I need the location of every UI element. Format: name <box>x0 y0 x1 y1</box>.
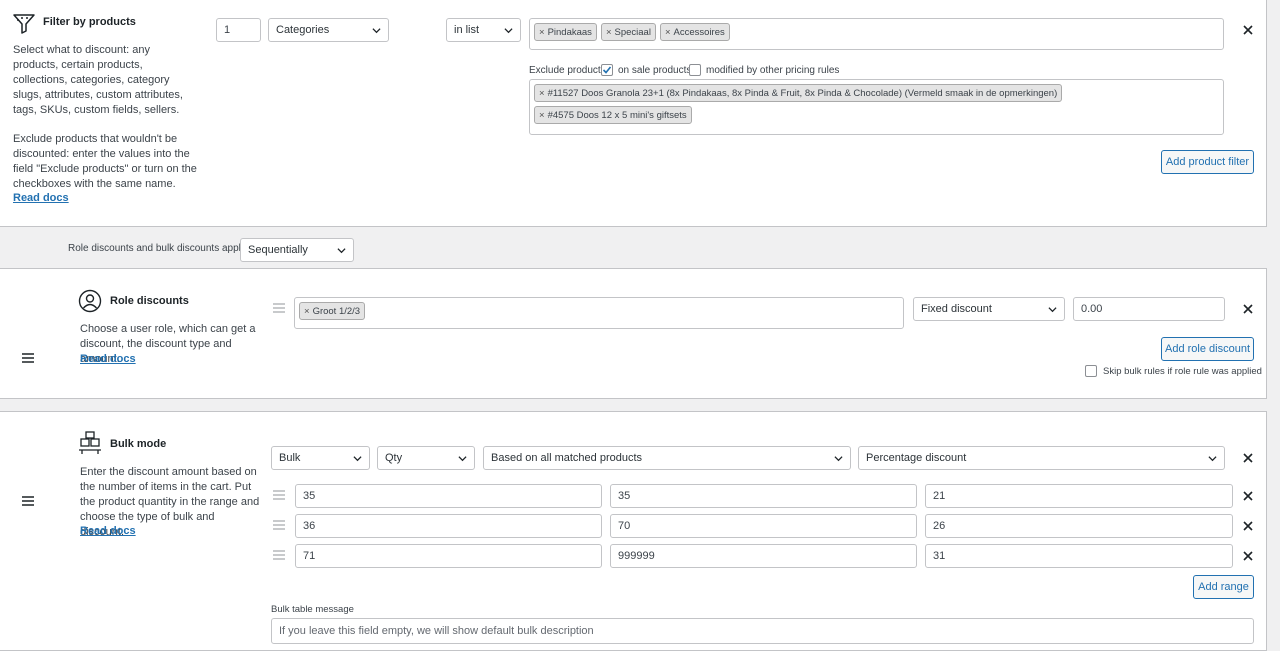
role-discount-type-select[interactable]: Fixed discount <box>913 297 1065 321</box>
role-tag[interactable]: × Groot 1/2/3 <box>299 302 366 320</box>
modified-checkbox[interactable] <box>689 64 701 76</box>
filter-description: Select what to discount: any products, c… <box>13 44 183 116</box>
row-handle-icon[interactable] <box>273 550 285 560</box>
bulk-mode-value: Bulk <box>279 452 301 464</box>
bulk-title: Bulk mode <box>110 438 167 450</box>
filter-type-select[interactable]: Categories <box>268 18 389 42</box>
add-range-button[interactable]: Add range <box>1193 575 1254 599</box>
role-title: Role discounts <box>110 295 189 307</box>
category-tag[interactable]: × Speciaal <box>600 23 656 41</box>
remove-filter-close-icon[interactable] <box>1242 24 1254 36</box>
funnel-icon <box>13 14 35 34</box>
range-to-input[interactable]: 70 <box>610 514 917 538</box>
filter-type-value: Categories <box>276 24 330 36</box>
applied-value: Sequentially <box>248 244 308 256</box>
bulk-discount-type-select[interactable]: Percentage discount <box>858 446 1225 470</box>
drag-handle-icon[interactable] <box>22 353 34 363</box>
range-from-input[interactable]: 36 <box>295 514 602 538</box>
add-role-discount-button[interactable]: Add role discount <box>1161 337 1254 361</box>
row-handle-icon[interactable] <box>273 490 285 500</box>
category-tag[interactable]: × Accessoires <box>659 23 730 41</box>
bulk-discount-type-value: Percentage discount <box>866 452 967 464</box>
excluded-product-tag[interactable]: × #11527 Doos Granola 23+1 (8x Pindakaas,… <box>534 84 1063 102</box>
excluded-product-tag[interactable]: × #4575 Doos 12 x 5 mini's giftsets <box>534 106 692 124</box>
category-tag[interactable]: × Pindakaas <box>534 23 597 41</box>
remove-range-close-icon[interactable] <box>1242 490 1254 502</box>
role-read-docs-link[interactable]: Read docs <box>80 353 136 365</box>
skip-bulk-label: Skip bulk rules if role rule was applied <box>1103 366 1262 377</box>
role-amount-input[interactable]: 0.00 <box>1073 297 1225 321</box>
filter-exclude-description: Exclude products that wouldn't be discou… <box>13 133 197 190</box>
chevron-down-icon <box>372 27 381 33</box>
bulk-measure-select[interactable]: Qty <box>377 446 475 470</box>
range-value-input[interactable]: 21 <box>925 484 1233 508</box>
drag-handle-icon[interactable] <box>22 496 34 506</box>
chevron-down-icon <box>353 455 362 461</box>
user-icon <box>78 289 102 313</box>
filter-operator-value: in list <box>454 24 480 36</box>
chevron-down-icon <box>1208 455 1217 461</box>
range-value-input[interactable]: 31 <box>925 544 1233 568</box>
bulk-mode-select[interactable]: Bulk <box>271 446 370 470</box>
boxes-icon <box>79 431 101 454</box>
skip-bulk-checkbox[interactable] <box>1085 365 1097 377</box>
chevron-down-icon <box>834 455 843 461</box>
chevron-down-icon <box>458 455 467 461</box>
filter-panel: Filter by products Select what to discou… <box>0 0 1267 227</box>
bulk-message-label: Bulk table message <box>271 604 354 615</box>
role-discounts-panel: Role discounts Choose a user role, which… <box>0 268 1267 399</box>
on-sale-checkbox[interactable] <box>601 64 613 76</box>
add-product-filter-button[interactable]: Add product filter <box>1161 150 1254 174</box>
role-discount-type-value: Fixed discount <box>921 303 992 315</box>
chevron-down-icon <box>337 247 346 253</box>
remove-range-close-icon[interactable] <box>1242 550 1254 562</box>
remove-range-close-icon[interactable] <box>1242 520 1254 532</box>
filter-read-docs-link[interactable]: Read docs <box>13 192 69 204</box>
filter-operator-select[interactable]: in list <box>446 18 521 42</box>
modified-label: modified by other pricing rules <box>706 65 840 76</box>
filter-qty-input[interactable]: 1 <box>216 18 261 42</box>
applied-select[interactable]: Sequentially <box>240 238 354 262</box>
bulk-based-on-select[interactable]: Based on all matched products <box>483 446 851 470</box>
range-to-input[interactable]: 999999 <box>610 544 917 568</box>
bulk-measure-value: Qty <box>385 452 403 464</box>
filter-title: Filter by products <box>43 16 136 28</box>
exclude-products-label: Exclude products <box>529 65 606 76</box>
applied-label: Role discounts and bulk discounts applie… <box>68 243 255 254</box>
remove-role-close-icon[interactable] <box>1242 303 1254 315</box>
on-sale-label: on sale products <box>618 65 692 76</box>
checkmark-icon <box>602 66 612 74</box>
row-handle-icon[interactable] <box>273 303 285 313</box>
bulk-based-on-value: Based on all matched products <box>491 452 643 464</box>
bulk-mode-panel: Bulk mode Enter the discount amount base… <box>0 411 1267 651</box>
exclude-products-tagbox[interactable]: × #11527 Doos Granola 23+1 (8x Pindakaas,… <box>529 79 1224 135</box>
chevron-down-icon <box>504 27 513 33</box>
row-handle-icon[interactable] <box>273 520 285 530</box>
range-from-input[interactable]: 35 <box>295 484 602 508</box>
filter-categories-tagbox[interactable]: × Pindakaas × Speciaal × Accessoires <box>529 18 1224 50</box>
role-tagbox[interactable]: × Groot 1/2/3 <box>294 297 904 329</box>
chevron-down-icon <box>1048 306 1057 312</box>
range-value-input[interactable]: 26 <box>925 514 1233 538</box>
range-to-input[interactable]: 35 <box>610 484 917 508</box>
remove-bulk-close-icon[interactable] <box>1242 452 1254 464</box>
range-from-input[interactable]: 71 <box>295 544 602 568</box>
bulk-message-input[interactable]: If you leave this field empty, we will s… <box>271 618 1254 644</box>
bulk-read-docs-link[interactable]: Read docs <box>80 525 136 537</box>
